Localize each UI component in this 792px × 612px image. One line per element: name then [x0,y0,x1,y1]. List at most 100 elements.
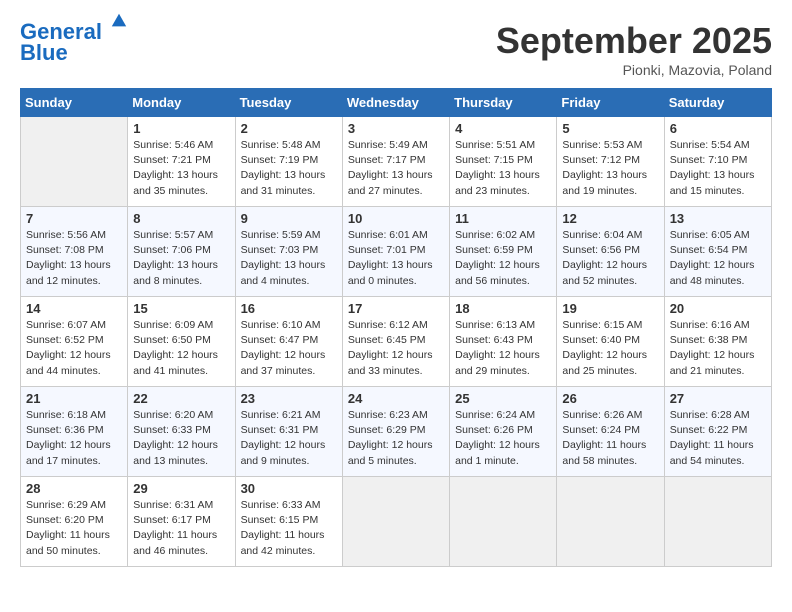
day-number: 28 [26,481,122,496]
calendar-cell: 12 Sunrise: 6:04 AMSunset: 6:56 PMDayligh… [557,207,664,297]
day-number: 18 [455,301,551,316]
calendar-cell [21,117,128,207]
calendar-cell: 29 Sunrise: 6:31 AMSunset: 6:17 PMDayligh… [128,477,235,567]
day-number: 4 [455,121,551,136]
title-block: September 2025 Pionki, Mazovia, Poland [496,20,772,78]
day-info: Sunrise: 6:13 AMSunset: 6:43 PMDaylight:… [455,318,551,379]
day-info: Sunrise: 6:09 AMSunset: 6:50 PMDaylight:… [133,318,229,379]
week-row-4: 21 Sunrise: 6:18 AMSunset: 6:36 PMDayligh… [21,387,772,477]
calendar-cell: 8 Sunrise: 5:57 AMSunset: 7:06 PMDaylight… [128,207,235,297]
calendar-cell: 30 Sunrise: 6:33 AMSunset: 6:15 PMDayligh… [235,477,342,567]
day-number: 6 [670,121,766,136]
day-number: 9 [241,211,337,226]
day-info: Sunrise: 6:02 AMSunset: 6:59 PMDaylight:… [455,228,551,289]
day-info: Sunrise: 6:33 AMSunset: 6:15 PMDaylight:… [241,498,337,559]
calendar-cell: 21 Sunrise: 6:18 AMSunset: 6:36 PMDayligh… [21,387,128,477]
day-info: Sunrise: 6:16 AMSunset: 6:38 PMDaylight:… [670,318,766,379]
day-number: 30 [241,481,337,496]
day-info: Sunrise: 6:01 AMSunset: 7:01 PMDaylight:… [348,228,444,289]
calendar-cell: 18 Sunrise: 6:13 AMSunset: 6:43 PMDayligh… [450,297,557,387]
day-info: Sunrise: 6:07 AMSunset: 6:52 PMDaylight:… [26,318,122,379]
day-info: Sunrise: 6:15 AMSunset: 6:40 PMDaylight:… [562,318,658,379]
day-info: Sunrise: 5:49 AMSunset: 7:17 PMDaylight:… [348,138,444,199]
day-info: Sunrise: 5:53 AMSunset: 7:12 PMDaylight:… [562,138,658,199]
day-info: Sunrise: 6:29 AMSunset: 6:20 PMDaylight:… [26,498,122,559]
day-number: 23 [241,391,337,406]
day-number: 11 [455,211,551,226]
day-number: 22 [133,391,229,406]
day-info: Sunrise: 6:12 AMSunset: 6:45 PMDaylight:… [348,318,444,379]
day-number: 27 [670,391,766,406]
weekday-header-saturday: Saturday [664,89,771,117]
calendar-cell: 25 Sunrise: 6:24 AMSunset: 6:26 PMDayligh… [450,387,557,477]
calendar-cell [450,477,557,567]
day-info: Sunrise: 5:56 AMSunset: 7:08 PMDaylight:… [26,228,122,289]
day-number: 20 [670,301,766,316]
calendar-cell: 11 Sunrise: 6:02 AMSunset: 6:59 PMDayligh… [450,207,557,297]
day-number: 21 [26,391,122,406]
day-number: 3 [348,121,444,136]
day-number: 19 [562,301,658,316]
day-info: Sunrise: 6:20 AMSunset: 6:33 PMDaylight:… [133,408,229,469]
calendar-cell: 3 Sunrise: 5:49 AMSunset: 7:17 PMDaylight… [342,117,449,207]
day-info: Sunrise: 6:28 AMSunset: 6:22 PMDaylight:… [670,408,766,469]
calendar-cell: 22 Sunrise: 6:20 AMSunset: 6:33 PMDayligh… [128,387,235,477]
calendar-cell: 20 Sunrise: 6:16 AMSunset: 6:38 PMDayligh… [664,297,771,387]
calendar: SundayMondayTuesdayWednesdayThursdayFrid… [20,88,772,567]
day-info: Sunrise: 6:10 AMSunset: 6:47 PMDaylight:… [241,318,337,379]
day-info: Sunrise: 5:59 AMSunset: 7:03 PMDaylight:… [241,228,337,289]
day-info: Sunrise: 6:31 AMSunset: 6:17 PMDaylight:… [133,498,229,559]
page-header: General Blue September 2025 Pionki, Mazo… [20,20,772,78]
week-row-2: 7 Sunrise: 5:56 AMSunset: 7:08 PMDaylight… [21,207,772,297]
week-row-1: 1 Sunrise: 5:46 AMSunset: 7:21 PMDaylight… [21,117,772,207]
day-number: 7 [26,211,122,226]
day-number: 25 [455,391,551,406]
week-row-5: 28 Sunrise: 6:29 AMSunset: 6:20 PMDayligh… [21,477,772,567]
weekday-header-thursday: Thursday [450,89,557,117]
weekday-header-monday: Monday [128,89,235,117]
calendar-cell [342,477,449,567]
day-number: 29 [133,481,229,496]
day-info: Sunrise: 5:46 AMSunset: 7:21 PMDaylight:… [133,138,229,199]
weekday-header-wednesday: Wednesday [342,89,449,117]
calendar-cell: 27 Sunrise: 6:28 AMSunset: 6:22 PMDayligh… [664,387,771,477]
day-info: Sunrise: 6:23 AMSunset: 6:29 PMDaylight:… [348,408,444,469]
calendar-cell: 19 Sunrise: 6:15 AMSunset: 6:40 PMDayligh… [557,297,664,387]
calendar-cell: 17Sunrise: 6:12 AMSunset: 6:45 PMDayligh… [342,297,449,387]
calendar-cell: 10 Sunrise: 6:01 AMSunset: 7:01 PMDayligh… [342,207,449,297]
day-number: 13 [670,211,766,226]
calendar-cell: 14 Sunrise: 6:07 AMSunset: 6:52 PMDayligh… [21,297,128,387]
day-info: Sunrise: 6:04 AMSunset: 6:56 PMDaylight:… [562,228,658,289]
calendar-cell [557,477,664,567]
day-info: Sunrise: 5:57 AMSunset: 7:06 PMDaylight:… [133,228,229,289]
calendar-cell: 6 Sunrise: 5:54 AMSunset: 7:10 PMDaylight… [664,117,771,207]
day-number: 2 [241,121,337,136]
day-number: 24 [348,391,444,406]
calendar-cell: 13Sunrise: 6:05 AMSunset: 6:54 PMDayligh… [664,207,771,297]
day-number: 16 [241,301,337,316]
weekday-header-tuesday: Tuesday [235,89,342,117]
calendar-cell: 9 Sunrise: 5:59 AMSunset: 7:03 PMDaylight… [235,207,342,297]
calendar-header: SundayMondayTuesdayWednesdayThursdayFrid… [21,89,772,117]
day-number: 12 [562,211,658,226]
day-info: Sunrise: 6:24 AMSunset: 6:26 PMDaylight:… [455,408,551,469]
day-number: 26 [562,391,658,406]
calendar-cell: 16 Sunrise: 6:10 AMSunset: 6:47 PMDayligh… [235,297,342,387]
day-number: 14 [26,301,122,316]
calendar-cell: 24 Sunrise: 6:23 AMSunset: 6:29 PMDayligh… [342,387,449,477]
day-info: Sunrise: 6:21 AMSunset: 6:31 PMDaylight:… [241,408,337,469]
day-number: 1 [133,121,229,136]
location: Pionki, Mazovia, Poland [496,62,772,78]
day-info: Sunrise: 5:54 AMSunset: 7:10 PMDaylight:… [670,138,766,199]
calendar-cell: 7 Sunrise: 5:56 AMSunset: 7:08 PMDaylight… [21,207,128,297]
calendar-cell: 5Sunrise: 5:53 AMSunset: 7:12 PMDaylight… [557,117,664,207]
calendar-cell: 2Sunrise: 5:48 AMSunset: 7:19 PMDaylight… [235,117,342,207]
day-info: Sunrise: 6:26 AMSunset: 6:24 PMDaylight:… [562,408,658,469]
day-info: Sunrise: 6:18 AMSunset: 6:36 PMDaylight:… [26,408,122,469]
day-number: 15 [133,301,229,316]
day-number: 8 [133,211,229,226]
day-number: 10 [348,211,444,226]
day-info: Sunrise: 5:51 AMSunset: 7:15 PMDaylight:… [455,138,551,199]
calendar-cell: 15 Sunrise: 6:09 AMSunset: 6:50 PMDayligh… [128,297,235,387]
calendar-cell: 1 Sunrise: 5:46 AMSunset: 7:21 PMDaylight… [128,117,235,207]
